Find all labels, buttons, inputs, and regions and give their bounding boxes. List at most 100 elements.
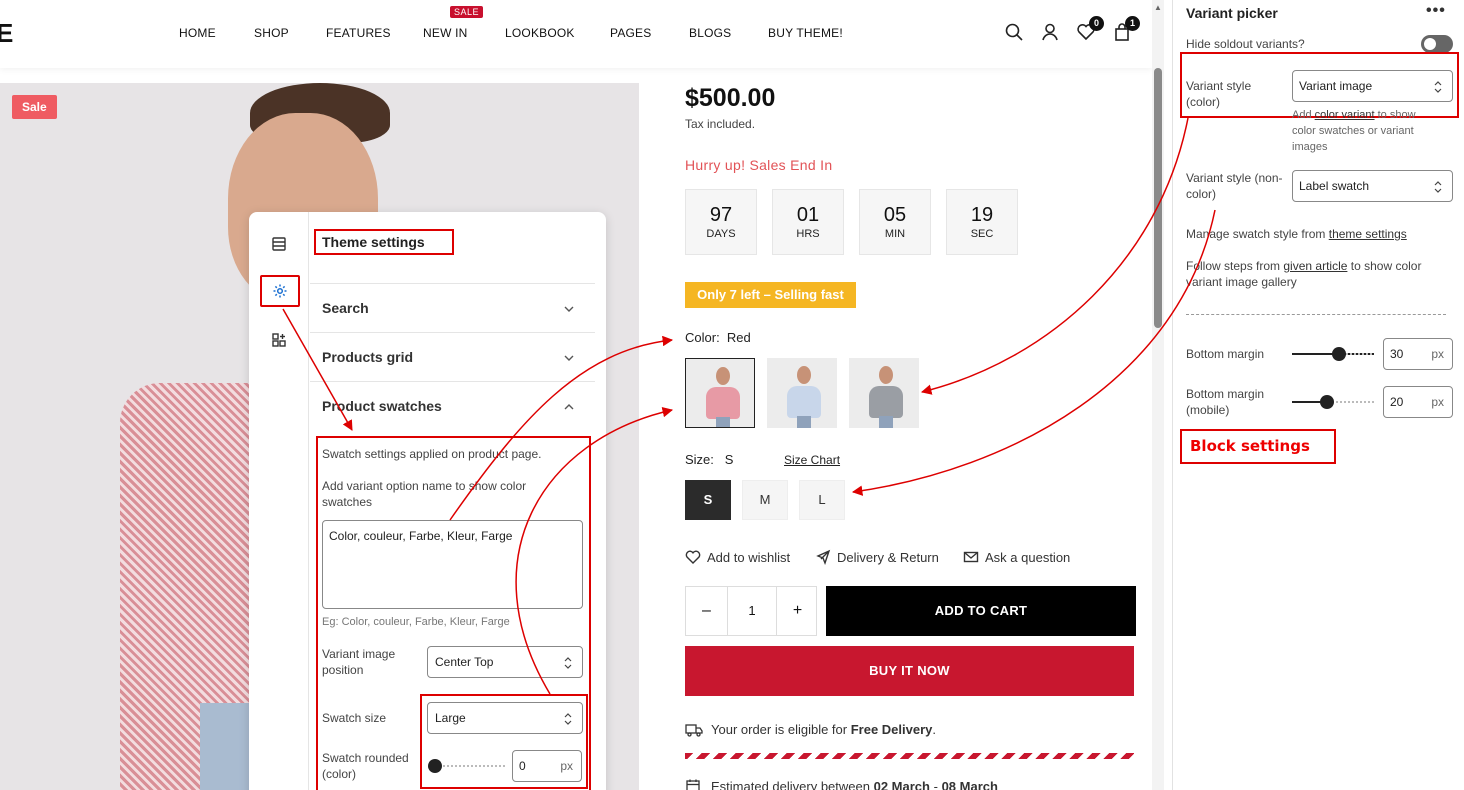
nav-home[interactable]: HOME [179,26,216,40]
eligible-bold: Free Delivery [850,722,933,737]
countdown-minutes-label: MIN [884,228,906,240]
size-chart-link[interactable]: Size Chart [784,453,840,467]
follow-steps-note: Follow steps from given article to show … [1186,258,1456,290]
swatch-rounded-unit: px [560,759,573,773]
theme-settings-title: Theme settings [322,234,425,250]
swatch-rounded-input[interactable]: 0 px [512,750,582,782]
select-arrows-icon [1434,181,1442,193]
swatch-size-select[interactable]: Large [427,702,583,734]
swatch-model-jacket [787,386,821,418]
free-delivery-note: Your order is eligible for Free Delivery… [685,722,936,737]
bottom-margin-mobile-value: 20 [1390,395,1404,409]
size-value: S [724,452,734,467]
scrollbar-thumb[interactable] [1154,68,1162,328]
ask-question-link[interactable]: Ask a question [963,549,1070,565]
qty-value[interactable]: 1 [728,587,776,635]
theme-settings-panel: Theme settings Search Products grid Prod… [249,212,606,790]
delivery-sep: - [933,778,938,790]
store-logo[interactable]: E [0,18,14,49]
color-swatch-red[interactable] [685,358,755,428]
image-position-select[interactable]: Center Top [427,646,583,678]
color-variant-link[interactable]: color variant [1315,109,1375,121]
nav-new-in[interactable]: NEW IN [423,26,468,40]
size-button-s[interactable]: S [685,480,731,520]
section-products-grid[interactable]: Products grid [310,332,595,381]
size-label: Size: [685,452,714,467]
variant-style-color-value: Variant image [1299,79,1373,93]
account-icon[interactable] [1040,22,1060,42]
estimated-delivery-note: Estimated delivery between 02 March - 08… [685,778,998,790]
theme-settings-gear-icon[interactable] [260,275,300,307]
manage-pre: Manage swatch style from [1186,227,1326,241]
eligible-suffix: . [932,722,937,737]
qty-increase-button[interactable]: + [776,587,818,635]
hide-soldout-toggle[interactable] [1421,35,1453,53]
cart-icon[interactable]: 1 [1112,16,1140,42]
variant-style-noncolor-select[interactable]: Label swatch [1292,170,1453,202]
hide-soldout-label: Hide soldout variants? [1186,37,1305,51]
cart-count-badge: 1 [1125,16,1140,31]
bottom-margin-input[interactable]: 30 px [1383,338,1453,370]
search-icon[interactable] [1004,22,1024,42]
countdown-days: 97 DAYS [685,189,757,255]
scroll-up-arrow-icon[interactable]: ▲ [1154,3,1162,12]
color-option-label: Color: Red [685,330,751,345]
store-preview: E HOME SHOP FEATURES NEW IN LOOKBOOK PAG… [0,0,1152,790]
swatch-rounded-slider-track[interactable] [435,765,505,767]
mail-icon [963,551,979,563]
nav-lookbook[interactable]: LOOKBOOK [505,26,575,40]
bottom-margin-mobile-track[interactable] [1328,401,1374,403]
heart-icon [685,550,701,564]
delivery-from: 02 March [873,778,930,790]
block-settings-panel: Variant picker ••• Hide soldout variants… [1172,0,1464,790]
bottom-margin-label: Bottom margin [1186,347,1265,361]
countdown-seconds: 19 SEC [946,189,1018,255]
preview-scrollbar[interactable]: ▲ [1152,0,1164,790]
theme-settings-link[interactable]: theme settings [1329,227,1407,241]
select-arrows-icon [1434,81,1442,93]
rocket-icon [816,549,831,565]
nav-shop[interactable]: SHOP [254,26,289,40]
swatch-size-label: Swatch size [322,711,387,725]
variant-option-hint: Eg: Color, couleur, Farbe, Kleur, Farge [322,616,510,628]
bottom-margin-mobile-knob[interactable] [1320,395,1334,409]
size-button-m[interactable]: M [742,480,788,520]
select-arrows-icon [564,657,572,669]
add-to-cart-button[interactable]: ADD TO CART [826,586,1136,636]
add-to-wishlist-link[interactable]: Add to wishlist [685,549,790,565]
section-search[interactable]: Search [310,283,595,332]
variant-style-color-select[interactable]: Variant image [1292,70,1453,102]
variant-option-textarea[interactable]: Color, couleur, Farbe, Kleur, Farge [322,520,583,609]
qty-decrease-button[interactable]: – [686,587,728,635]
more-options-icon[interactable]: ••• [1426,2,1446,20]
hint-pre: Add [1292,109,1312,121]
sections-icon[interactable] [265,230,293,258]
section-product-swatches-label: Product swatches [322,398,442,414]
swatch-model-legs [797,416,811,428]
swatch-rounded-slider-knob[interactable] [428,759,442,773]
countdown-seconds-label: SEC [970,228,994,240]
color-swatch-blue[interactable] [767,358,837,428]
size-button-l[interactable]: L [799,480,845,520]
truck-icon [685,723,703,737]
countdown-heading: Hurry up! Sales End In [685,157,833,173]
wishlist-icon[interactable]: 0 [1076,16,1104,42]
nav-blogs[interactable]: BLOGS [689,26,731,40]
nav-pages[interactable]: PAGES [610,26,651,40]
buy-it-now-button[interactable]: BUY IT NOW [685,646,1134,696]
given-article-link[interactable]: given article [1283,259,1347,273]
color-swatch-grey[interactable] [849,358,919,428]
section-search-label: Search [322,300,369,316]
apps-icon[interactable] [265,326,293,354]
delivery-return-link[interactable]: Delivery & Return [815,549,939,565]
bottom-margin-mobile-input[interactable]: 20 px [1383,386,1453,418]
calendar-icon [686,779,700,790]
select-arrows-icon [564,713,572,725]
product-price: $500.00 [685,84,776,112]
color-label: Color: [685,330,720,345]
nav-features[interactable]: FEATURES [326,26,391,40]
eligible-prefix: Your order is eligible for [711,722,848,737]
bottom-margin-knob[interactable] [1332,347,1346,361]
section-product-swatches[interactable]: Product swatches [310,381,595,430]
nav-buy-theme[interactable]: BUY THEME! [768,26,843,40]
